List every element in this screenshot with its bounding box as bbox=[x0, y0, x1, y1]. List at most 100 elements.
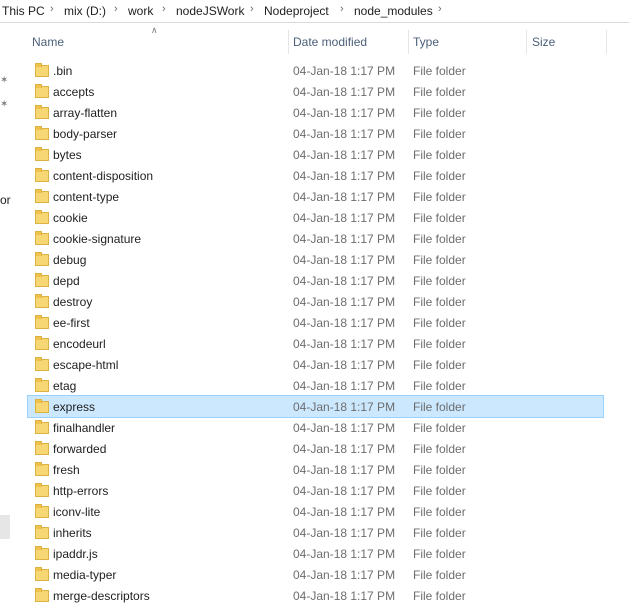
file-type: File folder bbox=[413, 253, 466, 267]
file-date-modified: 04-Jan-18 1:17 PM bbox=[293, 379, 396, 393]
folder-icon bbox=[35, 294, 49, 308]
folder-icon bbox=[35, 168, 49, 182]
breadcrumb-item-nodejswork[interactable]: nodeJSWork bbox=[176, 4, 244, 18]
breadcrumb-item-node-modules[interactable]: node_modules bbox=[354, 4, 433, 18]
column-header-type-label: Type bbox=[413, 35, 440, 49]
file-row[interactable]: merge-descriptors 04-Jan-18 1:17 PM File f… bbox=[28, 585, 603, 606]
file-type: File folder bbox=[413, 85, 466, 99]
file-type: File folder bbox=[413, 232, 466, 246]
file-name: cookie-signature bbox=[53, 232, 142, 246]
file-date-modified: 04-Jan-18 1:17 PM bbox=[293, 463, 396, 477]
folder-icon bbox=[35, 210, 49, 224]
file-date-modified: 04-Jan-18 1:17 PM bbox=[293, 274, 396, 288]
file-row[interactable]: bytes 04-Jan-18 1:17 PM File folder bbox=[28, 144, 603, 165]
file-row[interactable]: cookie 04-Jan-18 1:17 PM File folder bbox=[28, 207, 603, 228]
file-type: File folder bbox=[413, 400, 466, 414]
file-name: encodeurl bbox=[53, 337, 106, 351]
file-type: File folder bbox=[413, 547, 466, 561]
folder-icon bbox=[35, 483, 49, 497]
folder-icon bbox=[35, 252, 49, 266]
file-row[interactable]: iconv-lite 04-Jan-18 1:17 PM File folder bbox=[28, 501, 603, 522]
file-type: File folder bbox=[413, 337, 466, 351]
column-header-date-label: Date modified bbox=[293, 35, 368, 49]
file-row[interactable]: .bin 04-Jan-18 1:17 PM File folder bbox=[28, 60, 603, 81]
file-row[interactable]: http-errors 04-Jan-18 1:17 PM File folder bbox=[28, 480, 603, 501]
folder-icon bbox=[35, 147, 49, 161]
file-type: File folder bbox=[413, 106, 466, 120]
column-divider[interactable] bbox=[408, 30, 409, 54]
file-row[interactable]: accepts 04-Jan-18 1:17 PM File folder bbox=[28, 81, 603, 102]
file-row[interactable]: forwarded 04-Jan-18 1:17 PM File folder bbox=[28, 438, 603, 459]
file-row[interactable]: ee-first 04-Jan-18 1:17 PM File folder bbox=[28, 312, 603, 333]
file-row[interactable]: etag 04-Jan-18 1:17 PM File folder bbox=[28, 375, 603, 396]
file-type: File folder bbox=[413, 274, 466, 288]
column-header-size-label: Size bbox=[532, 35, 556, 49]
pin-icon[interactable]: ✶ bbox=[0, 75, 8, 86]
file-name: fresh bbox=[53, 463, 80, 477]
column-header-size[interactable]: Size bbox=[526, 22, 607, 60]
file-date-modified: 04-Jan-18 1:17 PM bbox=[293, 568, 396, 582]
file-row[interactable]: encodeurl 04-Jan-18 1:17 PM File folder bbox=[28, 333, 603, 354]
pin-icon[interactable]: ✶ bbox=[0, 99, 8, 110]
chevron-right-icon[interactable]: › bbox=[162, 3, 166, 15]
file-date-modified: 04-Jan-18 1:17 PM bbox=[293, 337, 396, 351]
file-row[interactable]: escape-html 04-Jan-18 1:17 PM File folder bbox=[28, 354, 603, 375]
file-row[interactable]: content-type 04-Jan-18 1:17 PM File folder bbox=[28, 186, 603, 207]
column-header-name-label: Name bbox=[32, 35, 65, 49]
file-row[interactable]: array-flatten 04-Jan-18 1:17 PM File folde… bbox=[28, 102, 603, 123]
file-row[interactable]: cookie-signature 04-Jan-18 1:17 PM File fo… bbox=[28, 228, 603, 249]
folder-icon bbox=[35, 357, 49, 371]
nav-scrollbar-thumb[interactable] bbox=[0, 515, 10, 539]
column-header-type[interactable]: Type bbox=[408, 22, 526, 60]
file-date-modified: 04-Jan-18 1:17 PM bbox=[293, 85, 396, 99]
chevron-right-icon[interactable]: › bbox=[340, 3, 344, 15]
file-date-modified: 04-Jan-18 1:17 PM bbox=[293, 505, 396, 519]
file-date-modified: 04-Jan-18 1:17 PM bbox=[293, 526, 396, 540]
file-row[interactable]: finalhandler 04-Jan-18 1:17 PM File folder bbox=[28, 417, 603, 438]
file-row[interactable]: depd 04-Jan-18 1:17 PM File folder bbox=[28, 270, 603, 291]
folder-icon bbox=[35, 378, 49, 392]
breadcrumb-item-this-pc[interactable]: This PC bbox=[2, 4, 45, 18]
file-row[interactable]: ipaddr.js 04-Jan-18 1:17 PM File folder bbox=[28, 543, 603, 564]
file-row[interactable]: content-disposition 04-Jan-18 1:17 PM File… bbox=[28, 165, 603, 186]
file-row[interactable]: inherits 04-Jan-18 1:17 PM File folder bbox=[28, 522, 603, 543]
navigation-pane: ✶ ✶ or bbox=[0, 23, 14, 597]
file-row[interactable]: fresh 04-Jan-18 1:17 PM File folder bbox=[28, 459, 603, 480]
breadcrumb-item-work[interactable]: work bbox=[128, 4, 153, 18]
folder-icon bbox=[35, 567, 49, 581]
file-date-modified: 04-Jan-18 1:17 PM bbox=[293, 169, 396, 183]
file-row[interactable]: media-typer 04-Jan-18 1:17 PM File folder bbox=[28, 564, 603, 585]
folder-icon bbox=[35, 462, 49, 476]
chevron-right-icon[interactable]: › bbox=[438, 3, 442, 15]
file-row[interactable]: debug 04-Jan-18 1:17 PM File folder bbox=[28, 249, 603, 270]
folder-icon bbox=[35, 504, 49, 518]
column-header-name[interactable]: Name bbox=[28, 22, 288, 60]
file-date-modified: 04-Jan-18 1:17 PM bbox=[293, 106, 396, 120]
column-divider[interactable] bbox=[526, 30, 527, 54]
file-type: File folder bbox=[413, 526, 466, 540]
file-date-modified: 04-Jan-18 1:17 PM bbox=[293, 148, 396, 162]
column-header-date[interactable]: Date modified bbox=[288, 22, 408, 60]
file-row[interactable]: body-parser 04-Jan-18 1:17 PM File folder bbox=[28, 123, 603, 144]
chevron-right-icon[interactable]: › bbox=[250, 3, 254, 15]
column-divider[interactable] bbox=[606, 30, 607, 54]
folder-icon bbox=[35, 105, 49, 119]
folder-icon bbox=[35, 273, 49, 287]
file-type: File folder bbox=[413, 190, 466, 204]
nav-item-fragment[interactable]: or bbox=[0, 193, 11, 207]
folder-icon bbox=[35, 399, 49, 413]
file-name: array-flatten bbox=[53, 106, 118, 120]
file-type: File folder bbox=[413, 379, 466, 393]
file-row[interactable]: express 04-Jan-18 1:17 PM File folder bbox=[27, 395, 604, 418]
file-name: forwarded bbox=[53, 442, 107, 456]
chevron-right-icon[interactable]: › bbox=[50, 3, 54, 15]
breadcrumb-item-drive[interactable]: mix (D:) bbox=[64, 4, 106, 18]
file-row[interactable]: destroy 04-Jan-18 1:17 PM File folder bbox=[28, 291, 603, 312]
breadcrumb-item-nodeproject[interactable]: Nodeproject bbox=[264, 4, 329, 18]
file-name: content-disposition bbox=[53, 169, 154, 183]
file-list: .bin 04-Jan-18 1:17 PM File folder accepts 0… bbox=[27, 60, 604, 606]
file-name: body-parser bbox=[53, 127, 118, 141]
column-divider[interactable] bbox=[288, 30, 289, 54]
chevron-right-icon[interactable]: › bbox=[114, 3, 118, 15]
file-date-modified: 04-Jan-18 1:17 PM bbox=[293, 64, 396, 78]
